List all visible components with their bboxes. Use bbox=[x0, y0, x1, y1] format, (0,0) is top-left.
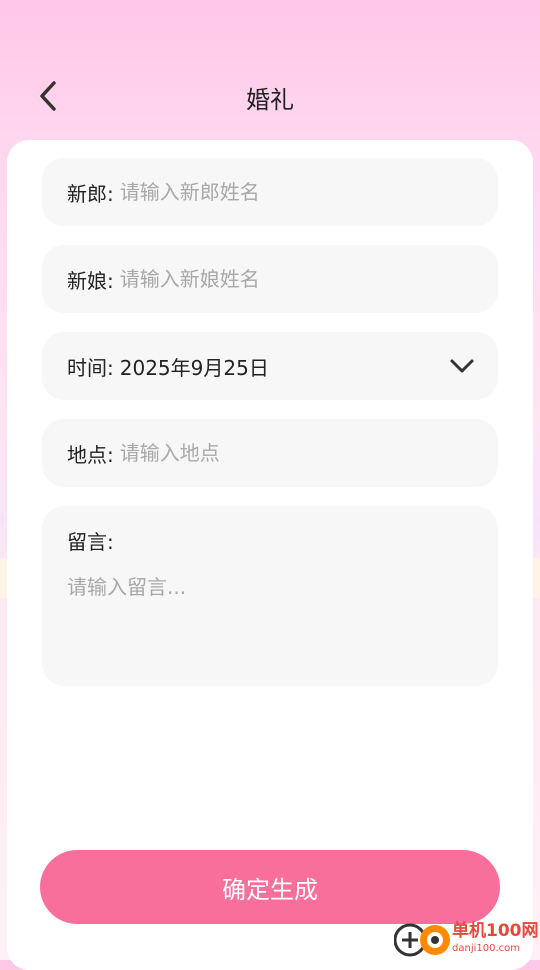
confirm-generate-button[interactable]: 确定生成 bbox=[40, 850, 500, 924]
chevron-down-icon[interactable] bbox=[448, 352, 476, 380]
message-label: 留言: bbox=[67, 530, 114, 554]
time-select[interactable]: 时间: 2025年9月25日 bbox=[42, 332, 498, 400]
groom-label: 新郎: bbox=[67, 181, 114, 206]
groom-input[interactable] bbox=[119, 180, 476, 204]
time-value: 2025年9月25日 bbox=[119, 355, 269, 380]
message-textarea[interactable] bbox=[67, 571, 473, 661]
watermark: 单机100网 danji100.com bbox=[394, 916, 540, 960]
location-input[interactable] bbox=[119, 441, 476, 465]
groom-field[interactable]: 新郎: bbox=[42, 158, 498, 226]
app-header: 婚礼 bbox=[0, 64, 540, 128]
form-card: 新郎: 新娘: 时间: 2025年9月25日 地点: 留言: bbox=[7, 140, 533, 970]
message-field[interactable]: 留言: bbox=[42, 506, 498, 686]
watermark-title: 单机100网 bbox=[452, 920, 539, 941]
time-label: 时间: bbox=[67, 355, 114, 380]
bride-field[interactable]: 新娘: bbox=[42, 245, 498, 313]
watermark-logo-icon bbox=[394, 923, 450, 957]
location-label: 地点: bbox=[67, 442, 114, 467]
page-title: 婚礼 bbox=[246, 86, 294, 114]
bride-input[interactable] bbox=[119, 267, 476, 291]
watermark-url: danji100.com bbox=[452, 942, 520, 954]
location-field[interactable]: 地点: bbox=[42, 419, 498, 487]
bride-label: 新娘: bbox=[67, 268, 114, 293]
